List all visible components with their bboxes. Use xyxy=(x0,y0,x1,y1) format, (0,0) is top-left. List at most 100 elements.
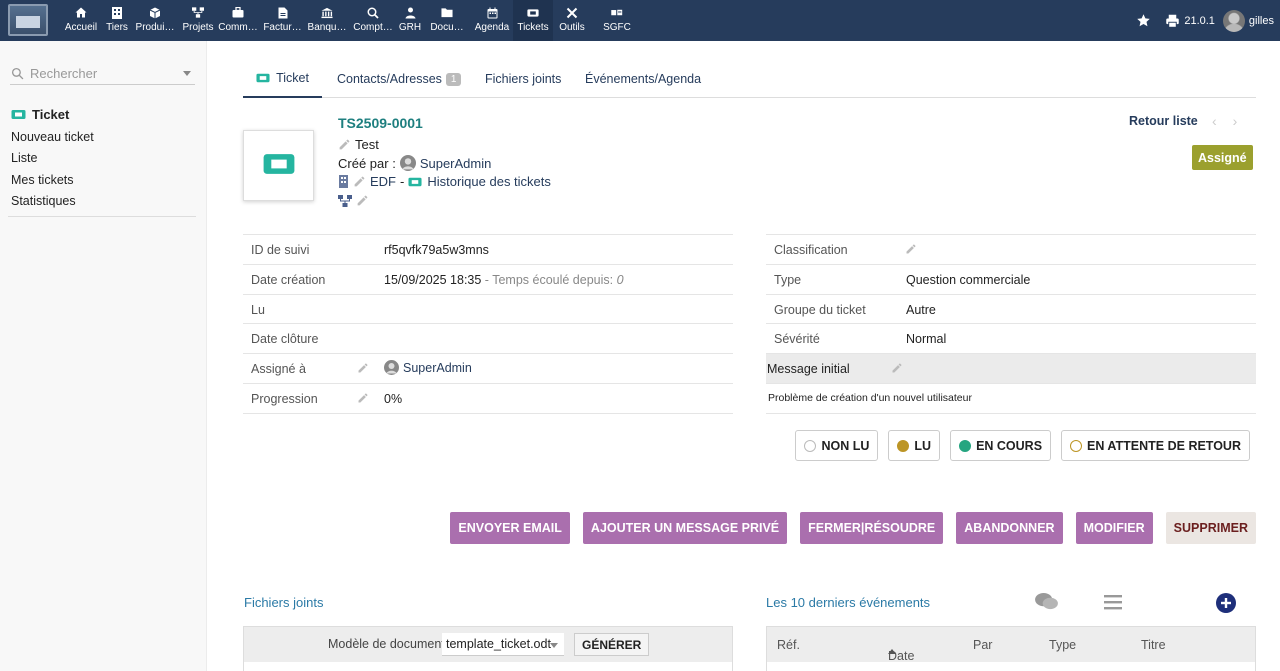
abandon-button[interactable]: ABANDONNER xyxy=(956,512,1063,544)
model-select[interactable]: template_ticket.odt xyxy=(442,633,564,656)
company-logo[interactable] xyxy=(8,4,48,36)
version-label: 21.0.1 xyxy=(1184,14,1215,27)
list-view-icon[interactable] xyxy=(1104,594,1122,613)
tab-events[interactable]: Événements/Agenda xyxy=(585,60,701,98)
menu-item-agenda[interactable]: Agenda xyxy=(471,0,513,41)
next-record-icon[interactable]: › xyxy=(1233,113,1254,129)
ticket-subject: Test xyxy=(355,137,379,152)
ticket-icon xyxy=(262,153,296,178)
pencil-icon[interactable] xyxy=(357,392,369,407)
search-icon xyxy=(11,67,24,83)
menu-item-factur[interactable]: Factur… xyxy=(260,0,305,41)
modify-button[interactable]: MODIFIER xyxy=(1075,512,1153,544)
send-email-button[interactable]: ENVOYER EMAIL xyxy=(450,512,570,544)
field-label: Classification xyxy=(774,243,848,257)
delete-button[interactable]: SUPPRIMER xyxy=(1165,512,1256,544)
tab-attached-files[interactable]: Fichiers joints xyxy=(485,60,561,98)
status-waiting-button[interactable]: EN ATTENTE DE RETOUR xyxy=(1061,430,1250,461)
elapsed-time-label: - Temps écoulé depuis: xyxy=(481,272,617,287)
progress-value: 0% xyxy=(384,391,403,406)
pencil-icon[interactable] xyxy=(353,175,366,188)
sidebar-title[interactable]: Ticket xyxy=(11,107,69,122)
company-link[interactable]: EDF xyxy=(370,174,396,189)
cube-icon xyxy=(149,7,161,18)
comments-icon[interactable] xyxy=(1035,592,1058,614)
column-date-label: Date xyxy=(888,649,915,663)
status-in-progress-button[interactable]: EN COURS xyxy=(950,430,1052,461)
menu-item-banqu[interactable]: Banqu… xyxy=(305,0,349,41)
search-select[interactable]: Rechercher xyxy=(10,65,195,85)
status-buttons: NON LU LU EN COURS EN ATTENTE DE RETOUR xyxy=(795,430,1250,461)
files-box: Modèle de document template_ticket.odt G… xyxy=(243,626,733,671)
username[interactable]: gilles xyxy=(1249,15,1274,27)
events-table-header: Réf. Date Par Type Titre xyxy=(767,627,1255,663)
print-icon[interactable] xyxy=(1165,14,1180,28)
left-sidebar: Rechercher Ticket Nouveau ticket Liste M… xyxy=(0,41,207,671)
tab-attached-files-label: Fichiers joints xyxy=(485,72,562,86)
menu-item-accueil[interactable]: Accueil xyxy=(58,0,104,41)
generate-button[interactable]: GÉNÉRER xyxy=(574,633,650,656)
previous-record-icon[interactable]: ‹ xyxy=(1212,113,1233,129)
column-type[interactable]: Type xyxy=(1049,638,1076,652)
field-label: Sévérité xyxy=(774,332,820,347)
status-not-read-button[interactable]: NON LU xyxy=(795,430,879,461)
tools-icon xyxy=(566,7,578,18)
menu-item-comm[interactable]: Comm… xyxy=(216,0,260,41)
field-row: Lu xyxy=(243,295,733,325)
pencil-icon[interactable] xyxy=(356,194,369,207)
user-icon xyxy=(399,155,416,171)
column-by[interactable]: Par xyxy=(973,638,992,652)
sidebar-item-statistics[interactable]: Statistiques xyxy=(11,194,94,215)
add-event-icon[interactable] xyxy=(1216,593,1236,616)
files-section-title: Fichiers joints xyxy=(244,595,324,610)
briefcase-icon xyxy=(232,7,244,18)
menu-item-grh[interactable]: GRH xyxy=(397,0,423,41)
column-ref[interactable]: Réf. xyxy=(777,638,800,652)
column-title[interactable]: Titre xyxy=(1141,638,1166,652)
action-buttons: ENVOYER EMAIL AJOUTER UN MESSAGE PRIVÉ F… xyxy=(450,512,1256,544)
chevron-down-icon xyxy=(183,71,191,76)
menu-item-sgfc[interactable]: SGFC xyxy=(591,0,643,41)
menu-item-label: Compt… xyxy=(353,22,393,33)
status-read-button[interactable]: LU xyxy=(888,430,941,461)
assigned-user-link[interactable]: SuperAdmin xyxy=(403,361,472,375)
project-link[interactable]: Historique des tickets xyxy=(427,174,551,189)
menu-item-tiers[interactable]: Tiers xyxy=(104,0,130,41)
bookmark-star-icon[interactable] xyxy=(1136,13,1151,28)
menu-item-compt[interactable]: Compt… xyxy=(349,0,397,41)
sidebar-item-list[interactable]: Liste xyxy=(11,151,94,172)
sidebar-item-my-tickets[interactable]: Mes tickets xyxy=(11,173,94,194)
user-icon xyxy=(384,360,399,376)
pencil-icon[interactable] xyxy=(905,243,917,258)
field-row: Date création 15/09/2025 18:35 - Temps é… xyxy=(243,265,733,295)
field-row: Groupe du ticket Autre xyxy=(766,295,1256,325)
subject-line: Test xyxy=(338,137,379,152)
tab-ticket[interactable]: Ticket xyxy=(243,60,322,98)
user-avatar[interactable] xyxy=(1222,9,1245,32)
menu-item-outils[interactable]: Outils xyxy=(553,0,591,41)
pencil-icon[interactable] xyxy=(891,362,903,377)
menu-item-tickets[interactable]: Tickets xyxy=(513,0,553,41)
menu-item-label: SGFC xyxy=(603,22,631,33)
field-label: Date clôture xyxy=(251,332,319,347)
menu-item-label: Projets xyxy=(182,22,214,33)
created-by-user-link[interactable]: SuperAdmin xyxy=(420,156,492,171)
tab-contacts[interactable]: Contacts/Adresses 1 xyxy=(337,60,462,98)
close-resolve-button[interactable]: FERMER|RÉSOUDRE xyxy=(800,512,944,544)
menu-item-produi[interactable]: Produi… xyxy=(130,0,180,41)
status-not-read-label: NON LU xyxy=(821,438,870,453)
sidebar-item-new-ticket[interactable]: Nouveau ticket xyxy=(11,130,94,151)
menu-item-docu[interactable]: Docu… xyxy=(423,0,471,41)
status-in-progress-label: EN COURS xyxy=(976,438,1043,453)
field-row: Sévérité Normal xyxy=(766,324,1256,355)
pencil-icon[interactable] xyxy=(357,362,369,377)
building-icon xyxy=(338,175,349,188)
status-dot xyxy=(897,439,910,452)
add-private-message-button[interactable]: AJOUTER UN MESSAGE PRIVÉ xyxy=(582,512,788,544)
tab-bar: Ticket Contacts/Adresses 1 Fichiers join… xyxy=(243,60,1256,98)
field-row: Date clôture xyxy=(243,324,733,355)
menu-item-projets[interactable]: Projets xyxy=(180,0,216,41)
pencil-icon[interactable] xyxy=(338,138,351,151)
back-to-list-link[interactable]: Retour liste xyxy=(1129,114,1198,128)
ticket-photo xyxy=(243,130,314,201)
